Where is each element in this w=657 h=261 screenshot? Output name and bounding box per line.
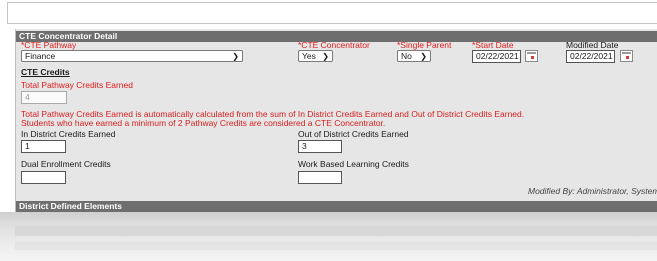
single-parent-select[interactable]: No ❯ [397,50,431,62]
calendar-icon[interactable] [620,50,633,62]
cte-concentrator-value: Yes [302,51,316,61]
work-based-learning-input[interactable] [298,171,342,184]
modified-by-text: Modified By: Administrator, System [528,186,657,196]
modified-date-input[interactable]: 02/22/2021 [566,50,615,63]
district-defined-header: District Defined Elements [16,201,657,212]
page-footer-area [0,212,657,261]
out-district-credits-label: Out of District Credits Earned [298,129,409,139]
start-date-input[interactable]: 02/22/2021 [472,50,521,63]
credits-note-line-2: Students who have earned a minimum of 2 … [21,118,386,128]
in-district-credits-input[interactable]: 1 [21,140,66,153]
single-parent-label: *Single Parent [397,40,452,50]
calendar-icon[interactable] [525,50,538,62]
modified-date-label: Modified Date [566,40,619,50]
in-district-credits-label: In District Credits Earned [21,129,116,139]
start-date-label: *Start Date [472,40,514,50]
top-text-area[interactable] [7,2,657,24]
total-credits-label: Total Pathway Credits Earned [21,80,133,90]
single-parent-value: No [401,51,412,61]
out-district-credits-input[interactable]: 3 [298,140,342,153]
footer-band [15,242,657,250]
cte-pathway-label: *CTE Pathway [21,40,77,50]
cte-pathway-value: Finance [25,51,56,61]
work-based-learning-label: Work Based Learning Credits [298,159,409,169]
cte-credits-heading: CTE Credits [21,67,70,77]
cte-concentrator-panel: CTE Concentrator Detail *CTE Pathway *CT… [15,29,657,212]
dual-enrollment-label: Dual Enrollment Credits [21,159,111,169]
cte-concentrator-select[interactable]: Yes ❯ [298,50,333,62]
chevron-down-icon: ❯ [232,52,239,61]
chevron-down-icon: ❯ [420,52,427,61]
total-credits-input: 4 [21,91,67,104]
cte-concentrator-label: *CTE Concentrator [298,40,370,50]
dual-enrollment-input[interactable] [21,171,66,184]
chevron-down-icon: ❯ [322,52,329,61]
footer-band [15,226,657,236]
cte-pathway-select[interactable]: Finance ❯ [21,50,243,62]
